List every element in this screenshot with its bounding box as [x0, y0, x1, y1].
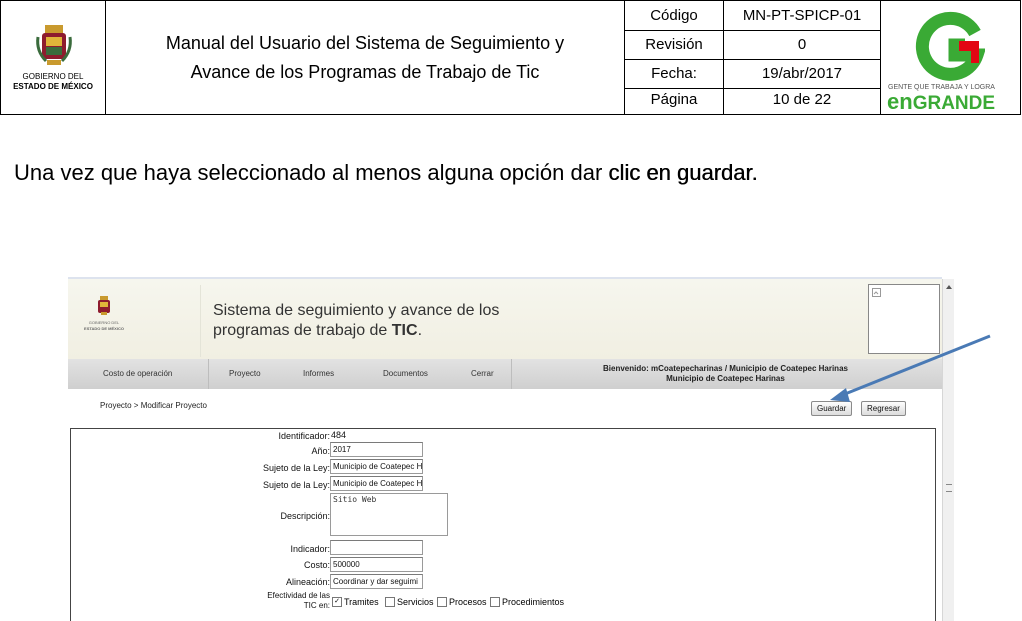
app-title-pre: programas de trabajo de [213, 322, 392, 339]
back-button[interactable]: Regresar [861, 401, 906, 416]
instruction-bold: clic en guardar. [608, 160, 758, 185]
meta-key: Revisión [625, 30, 724, 59]
nav-item-informes[interactable]: Informes [303, 369, 334, 378]
app-title-post: . [417, 322, 423, 339]
nav-item-documentos[interactable]: Documentos [383, 369, 428, 378]
document-title-line-2: Avance de los Programas de Trabajo de Ti… [190, 61, 540, 82]
document-title: Manual del Usuario del Sistema de Seguim… [106, 1, 625, 114]
app-screenshot: GOBIERNO DEL ESTADO DE MÉXICO Sistema de… [68, 277, 954, 621]
project-form: Identificador: 484 Año: 2017 Sujeto de l… [70, 428, 936, 621]
brand-prefix: en [887, 89, 913, 114]
brand-g-logo-icon [915, 11, 985, 81]
app-title-line-1: Sistema de seguimiento y avance de los [213, 302, 500, 319]
checkbox-icon[interactable] [490, 597, 500, 607]
id-label: Identificador: [278, 431, 330, 441]
org-name-line-1: GOBIERNO DEL [22, 72, 84, 81]
brand-wordmark: enGRANDE [887, 89, 995, 115]
org-name-line-2: ESTADO DE MÉXICO [13, 82, 93, 91]
app-title-line-2: programas de trabajo de TIC. [213, 321, 499, 341]
indicator-input[interactable] [330, 540, 423, 555]
app-scrollbar[interactable] [942, 279, 954, 621]
alignment-label: Alineación: [285, 577, 330, 587]
app-title-bold: TIC [391, 322, 418, 339]
state-coat-of-arms-icon [36, 25, 72, 65]
option-label: Servicios [397, 597, 434, 607]
app-coat-of-arms-icon [98, 296, 110, 315]
alignment-select[interactable]: Coordinar y dar seguimi [330, 574, 423, 589]
welcome-message: Bienvenido: mCoatepecharinas / Municipio… [588, 364, 863, 384]
app-banner: GOBIERNO DEL ESTADO DE MÉXICO Sistema de… [68, 277, 942, 359]
meta-row-code: Código MN-PT-SPICP-01 [625, 1, 880, 31]
broken-image-icon [872, 288, 881, 297]
effectiveness-label: Efectividad de las TIC en: [267, 591, 330, 611]
checkbox-icon[interactable] [385, 597, 395, 607]
cost-label: Costo: [303, 560, 330, 570]
description-label: Descripción: [280, 511, 330, 521]
option-procedimientos[interactable]: Procedimientos [490, 597, 564, 607]
meta-value: 10 de 22 [772, 91, 832, 108]
government-logo-cell: GOBIERNO DEL ESTADO DE MÉXICO [1, 1, 106, 114]
instruction-text: Una vez que haya seleccionado al menos a… [14, 160, 758, 186]
option-tramites[interactable]: ✓ Tramites [332, 597, 379, 607]
indicator-label: Indicador: [290, 544, 330, 554]
cost-input[interactable]: 500000 [330, 557, 423, 572]
scroll-grip-icon[interactable] [946, 484, 952, 492]
nav-item-proyecto[interactable]: Proyecto [229, 369, 261, 378]
brand-word: GRANDE [912, 93, 996, 114]
app-nav-bar: Costo de operación Proyecto Informes Doc… [68, 359, 942, 389]
scroll-up-arrow-icon[interactable] [946, 285, 952, 289]
subject-select-2[interactable]: Municipio de Coatepec H [330, 476, 423, 491]
app-system-title: Sistema de seguimiento y avance de los p… [213, 301, 499, 341]
save-button[interactable]: Guardar [811, 401, 853, 416]
breadcrumb: Proyecto > Modificar Proyecto [100, 401, 207, 410]
app-org-line-1: GOBIERNO DEL [88, 320, 120, 325]
meta-value: MN-PT-SPICP-01 [742, 7, 862, 24]
nav-separator [511, 359, 512, 389]
effectiveness-options: ✓ Tramites Servicios Procesos Procedimien… [332, 597, 632, 609]
meta-key: Fecha: [625, 59, 724, 88]
description-textarea[interactable]: Sitio Web [330, 493, 448, 536]
brand-logo-cell: GENTE QUE TRABAJA Y LOGRA enGRANDE [881, 1, 1020, 114]
meta-row-page: Página 10 de 22 [625, 85, 880, 114]
subject-label: Sujeto de la Ley: [262, 463, 330, 473]
document-meta-table: Código MN-PT-SPICP-01 Revisión 0 Fecha: … [625, 1, 881, 114]
meta-value: 0 [797, 36, 807, 53]
effectiveness-label-line-1: Efectividad de las [267, 591, 330, 600]
nav-item-costo[interactable]: Costo de operación [103, 369, 172, 378]
effectiveness-label-line-2: TIC en: [303, 601, 330, 610]
nav-separator [208, 359, 209, 389]
document-title-line-1: Manual del Usuario del Sistema de Seguim… [165, 32, 565, 53]
welcome-line-1: Bienvenido: mCoatepecharinas / Municipio… [603, 364, 848, 373]
checkbox-checked-icon[interactable]: ✓ [332, 597, 342, 607]
option-servicios[interactable]: Servicios [385, 597, 434, 607]
instruction-plain: Una vez que haya seleccionado al menos a… [14, 160, 609, 185]
option-label: Procedimientos [502, 597, 565, 607]
document-header: GOBIERNO DEL ESTADO DE MÉXICO Manual del… [0, 0, 1021, 115]
user-photo-box [868, 284, 940, 354]
meta-row-revision: Revisión 0 [625, 30, 880, 60]
id-value: 484 [331, 430, 347, 440]
nav-item-cerrar[interactable]: Cerrar [471, 369, 494, 378]
meta-key: Página [625, 85, 724, 114]
welcome-line-2: Municipio de Coatepec Harinas [666, 374, 785, 383]
meta-key: Código [625, 1, 724, 30]
year-input[interactable]: 2017 [330, 442, 423, 457]
app-logo: GOBIERNO DEL ESTADO DE MÉXICO [68, 285, 201, 357]
meta-value: 19/abr/2017 [761, 65, 843, 82]
subject-select[interactable]: Municipio de Coatepec H [330, 459, 423, 474]
option-label: Tramites [344, 597, 379, 607]
subject-label-2: Sujeto de la Ley: [262, 480, 330, 490]
checkbox-icon[interactable] [437, 597, 447, 607]
option-label: Procesos [449, 597, 487, 607]
year-label: Año: [311, 446, 330, 456]
app-org-line-2: ESTADO DE MÉXICO [84, 326, 124, 331]
option-procesos[interactable]: Procesos [437, 597, 487, 607]
